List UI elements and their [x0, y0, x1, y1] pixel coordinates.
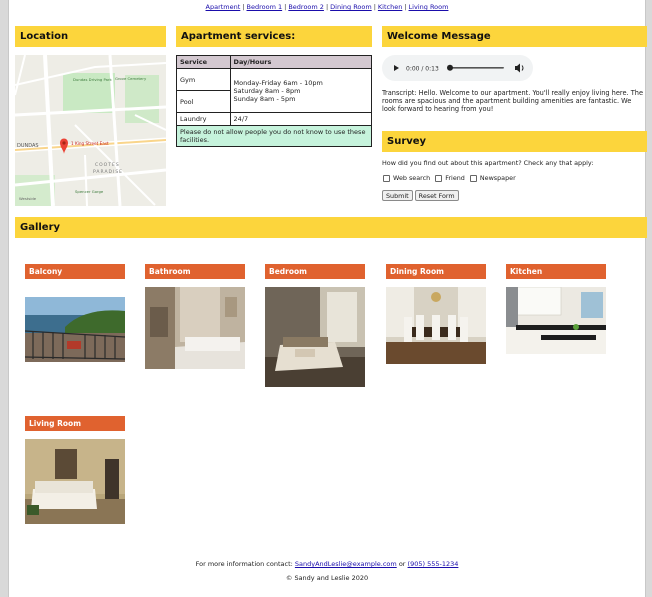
- hours-line: Sunday 8am - 5pm: [233, 94, 296, 103]
- hours-column-header: Day/Hours: [229, 55, 373, 69]
- kitchen-photo[interactable]: [506, 287, 606, 354]
- audio-progress-track[interactable]: [448, 67, 504, 69]
- table-header-row: Service Day/Hours: [176, 55, 373, 69]
- audio-progress-handle[interactable]: [447, 64, 453, 71]
- web-search-checkbox[interactable]: [383, 174, 390, 182]
- services-table: Service Day/Hours Gym Monday-Friday 6am …: [176, 55, 373, 147]
- bedroom-photo[interactable]: [265, 287, 365, 387]
- gallery-item-kitchen-label: Kitchen: [506, 264, 606, 279]
- audio-controls: 0:00 / 0:13: [394, 63, 524, 73]
- newspaper-label: Newspaper: [479, 174, 516, 182]
- service-cell-gym: Gym: [176, 68, 231, 91]
- hours-line: Saturday 8am - 8pm: [233, 86, 301, 95]
- map-image: 1 King Street East DUNDAS COOTES PARADIS…: [15, 55, 166, 206]
- top-nav: Apartment | Bedroom 1 | Bedroom 2 | Dining Roo…: [9, 3, 645, 11]
- audio-player[interactable]: 0:00 / 0:13: [382, 55, 533, 81]
- service-cell-laundry: Laundry: [176, 112, 231, 126]
- newspaper-checkbox[interactable]: [469, 174, 477, 182]
- service-column-header: Service: [176, 55, 231, 69]
- table-row: Laundry 24/7: [176, 112, 373, 126]
- map-cemetery-label: Grove Cemetery: [115, 76, 147, 81]
- services-heading: Apartment services:: [176, 26, 372, 47]
- nav-link-kitchen[interactable]: Kitchen: [378, 3, 402, 11]
- facilities-notice: Please do not allow people you do not kn…: [176, 125, 372, 147]
- hours-cell: Monday-Friday 6am - 10pm Saturday 8am - …: [229, 68, 373, 113]
- living-room-photo[interactable]: [25, 439, 125, 524]
- play-icon[interactable]: [394, 65, 399, 71]
- copyright: © Sandy and Leslie 2020: [285, 574, 369, 582]
- gallery-item-balcony-label: Balcony: [25, 264, 125, 279]
- web-search-label: Web search: [393, 174, 431, 182]
- submit-button[interactable]: Submit: [382, 190, 413, 201]
- map-park-label: Dundas Driving Park: [73, 77, 113, 82]
- gallery-item-bedroom-label: Bedroom: [265, 264, 365, 279]
- location-heading: Location: [15, 26, 166, 47]
- map-pin-label: 1 King Street East: [71, 141, 109, 146]
- page: Apartment | Bedroom 1 | Bedroom 2 | Dining Roo…: [8, 0, 647, 597]
- nav-link-living-room[interactable]: Living Room: [409, 3, 449, 11]
- hours-cell-laundry: 24/7: [229, 112, 373, 126]
- audio-time: 0:00 / 0:13: [406, 66, 439, 73]
- email-link[interactable]: SandyAndLeslie@example.com: [295, 560, 397, 568]
- service-cell-pool: Pool: [176, 90, 231, 113]
- nav-separator: |: [325, 3, 329, 11]
- survey-question: How did you find out about this apartmen…: [382, 159, 594, 167]
- gallery-item-bathroom-label: Bathroom: [145, 264, 245, 279]
- map-reserve-label: Spencer Gorge: [75, 189, 104, 194]
- nav-separator: |: [373, 3, 376, 11]
- volume-icon[interactable]: [515, 63, 524, 73]
- survey-options: Web search Friend Newspaper: [382, 174, 516, 182]
- dining-room-photo[interactable]: [386, 287, 486, 364]
- hours-line: Monday-Friday 6am - 10pm: [233, 78, 323, 87]
- friend-label: Friend: [445, 174, 465, 182]
- contact-or: or: [398, 560, 406, 568]
- green-area: [15, 175, 55, 206]
- cemetery-area: [125, 75, 159, 123]
- table-row: Please do not allow people you do not kn…: [176, 125, 372, 147]
- nav-link-dining-room[interactable]: Dining Room: [330, 3, 372, 11]
- nav-link-apartment[interactable]: Apartment: [206, 3, 241, 11]
- table-row: Gym Monday-Friday 6am - 10pm Saturday 8a…: [176, 68, 373, 113]
- map-area-label-2: PARADISE: [93, 169, 123, 175]
- map-westside-label: Westside: [19, 196, 37, 201]
- nav-link-bedroom-1[interactable]: Bedroom 1: [247, 3, 283, 11]
- gallery-item-dining-room-label: Dining Room: [386, 264, 486, 279]
- bathroom-photo[interactable]: [145, 287, 245, 369]
- contact-line: For more information contact: SandyAndLe…: [9, 560, 645, 568]
- nav-separator: |: [242, 3, 245, 11]
- reset-form-button[interactable]: Reset Form: [414, 190, 459, 201]
- nav-link-bedroom-2[interactable]: Bedroom 2: [288, 3, 324, 11]
- survey-buttons: Submit Reset Form: [382, 190, 461, 201]
- nav-separator: |: [284, 3, 287, 11]
- friend-checkbox[interactable]: [435, 174, 443, 182]
- phone-link[interactable]: (905) 555-1234: [408, 560, 459, 568]
- gallery-heading: Gallery: [15, 217, 647, 238]
- transcript-text: Transcript: Hello. Welcome to our apartm…: [382, 89, 643, 113]
- welcome-heading: Welcome Message: [382, 26, 647, 47]
- map-street-label: DUNDAS: [17, 143, 39, 149]
- location-map[interactable]: 1 King Street East DUNDAS COOTES PARADIS…: [15, 55, 166, 206]
- balcony-photo[interactable]: [25, 297, 125, 362]
- nav-separator: |: [404, 3, 407, 11]
- gallery-item-living-room-label: Living Room: [25, 416, 125, 431]
- contact-prefix: For more information contact:: [195, 560, 293, 568]
- map-area-label-1: COOTES: [95, 162, 120, 168]
- survey-heading: Survey: [382, 131, 647, 152]
